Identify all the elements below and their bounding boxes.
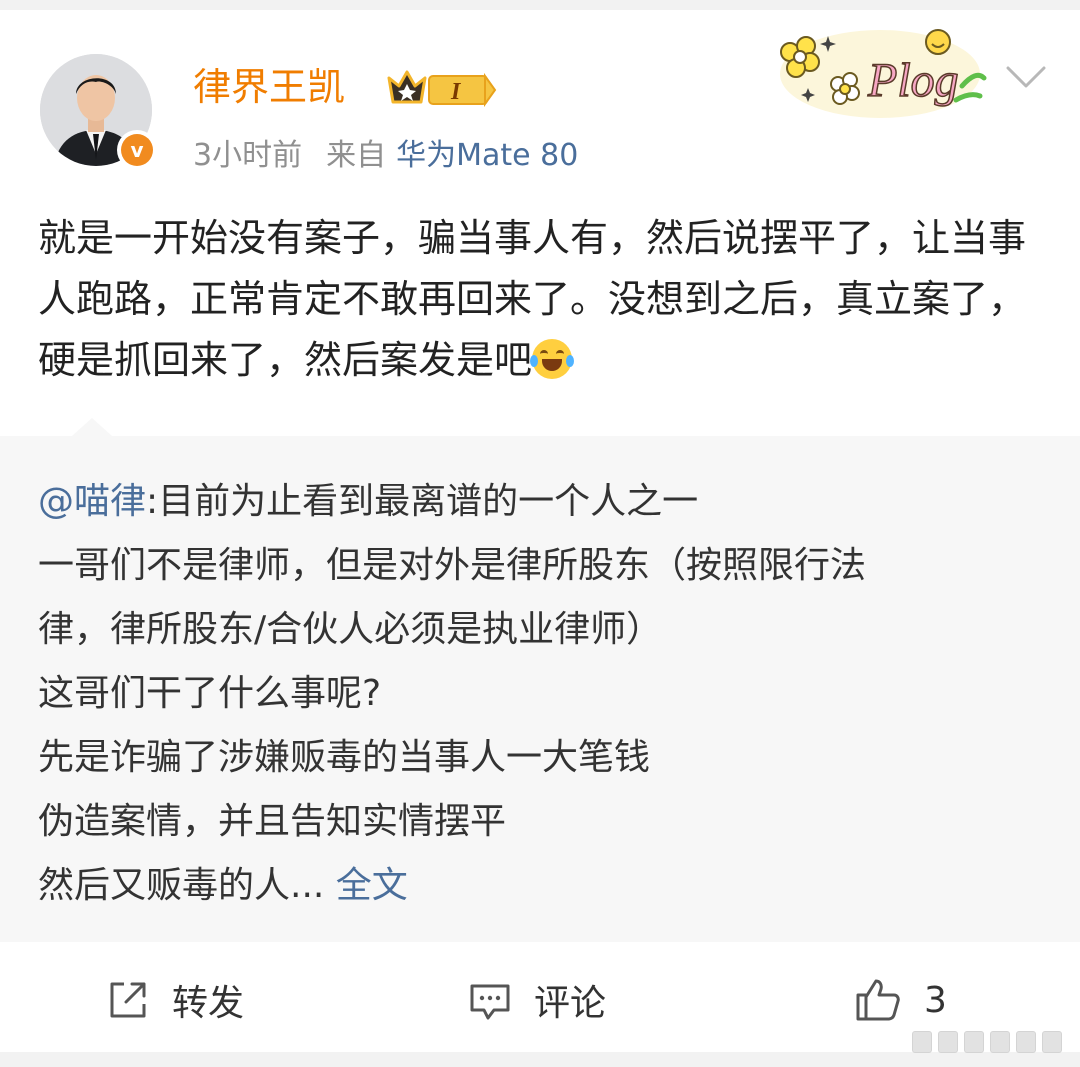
quoted-post-text: @喵律:目前为止看到最离谱的一个人之一 一哥们不是律师，但是对外是律所股东（按照…: [38, 470, 1048, 918]
thumbs-up-icon: [856, 979, 900, 1021]
plog-sticker: Plog: [780, 29, 987, 118]
repost-icon: [110, 982, 146, 1018]
member-crown-icon: I: [387, 70, 497, 108]
like-button[interactable]: 3: [854, 975, 947, 1025]
quote-line: 律，律所股东/合伙人必须是执业律师）: [38, 609, 663, 650]
device-link[interactable]: 华为Mate 80: [396, 138, 578, 173]
top-divider: [0, 0, 1080, 10]
quote-line: 然后又贩毒的人...: [38, 865, 325, 906]
quote-line: 先是诈骗了涉嫌贩毒的当事人一大笔钱: [38, 737, 651, 778]
quote-line: 伪造案情，并且告知实情摆平: [38, 801, 507, 842]
quote-notch: [72, 418, 112, 436]
post-body: 就是一开始没有案子，骗当事人有，然后说摆平了，让当事人跑路，正常肯定不敢再回来了…: [38, 208, 1048, 391]
quote-line: 一哥们不是律师，但是对外是律所股东（按照限行法: [38, 545, 867, 586]
like-count: 3: [924, 979, 947, 1021]
author-name[interactable]: 律界王凯: [193, 62, 345, 112]
page-indicator: [912, 1031, 1062, 1055]
sticker-text: Plog: [867, 54, 959, 107]
small-flower-icon: [830, 72, 860, 105]
read-more-link[interactable]: 全文: [336, 865, 408, 906]
laughing-tears-emoji-icon: [530, 339, 575, 379]
comment-icon: [470, 984, 510, 1020]
quote-line: 这哥们干了什么事呢?: [38, 673, 382, 714]
repost-label: 转发: [172, 983, 245, 1024]
flower-icon: [780, 36, 820, 78]
quote-line: :目前为止看到最离谱的一个人之一: [146, 481, 699, 522]
post-time: 3小时前: [193, 138, 303, 173]
source-prefix: 来自: [326, 138, 387, 173]
mention-link[interactable]: @喵律: [38, 481, 146, 522]
smile-face-icon: [925, 29, 951, 55]
verified-badge: v: [117, 130, 157, 170]
verified-icon: v: [121, 134, 153, 166]
level-badge-text: I: [450, 79, 462, 105]
post-meta: 3小时前 来自 华为Mate 80: [193, 136, 578, 176]
comment-button[interactable]: 评论: [468, 975, 606, 1025]
repost-button[interactable]: 转发: [106, 975, 244, 1025]
chevron-down-icon[interactable]: [1004, 62, 1048, 92]
comment-label: 评论: [534, 983, 607, 1024]
